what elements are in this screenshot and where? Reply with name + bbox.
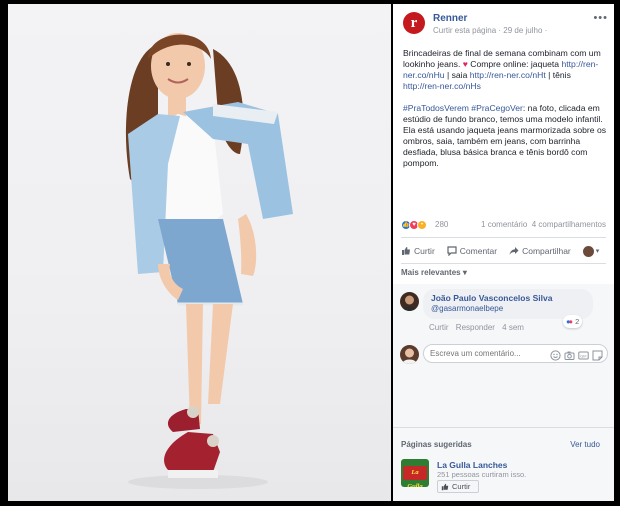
comment-reaction-count: 2 xyxy=(575,317,580,326)
emoji-icon[interactable] xyxy=(550,348,561,361)
comment-author[interactable]: João Paulo Vasconcelos Silva xyxy=(431,293,585,303)
comment-meta: Curtir Responder 4 sem xyxy=(429,323,529,332)
post-as-selector[interactable]: ▾ xyxy=(582,245,600,257)
post-side-panel: r Renner Curtir esta página · 29 de julh… xyxy=(393,4,614,501)
divider xyxy=(401,263,606,264)
post-photo[interactable] xyxy=(8,4,391,501)
camera-icon[interactable] xyxy=(564,348,575,360)
post-caption: Brincadeiras de final de semana combinam… xyxy=(403,48,608,180)
share-button[interactable]: Compartilhar xyxy=(509,246,571,256)
page-logo[interactable]: r xyxy=(403,12,425,34)
suggested-like-label: Curtir xyxy=(452,482,471,491)
post-subtitle[interactable]: Curtir esta página · 29 de julho · xyxy=(433,26,547,35)
more-options-icon[interactable]: ••• xyxy=(593,12,608,24)
user-avatar xyxy=(400,345,419,364)
user-avatar xyxy=(582,245,594,257)
caption-paragraph-2: #PraTodosVerem #PraCegoVer: na foto, cli… xyxy=(403,103,608,169)
photo-illustration xyxy=(125,33,293,489)
divider xyxy=(401,237,606,238)
page-name-link[interactable]: Renner xyxy=(433,13,467,24)
comment-sort-dropdown[interactable]: Mais relevantes ▾ xyxy=(401,268,467,277)
like-button-label: Curtir xyxy=(414,246,435,256)
comment-like-link[interactable]: Curtir xyxy=(429,323,449,332)
caption-text-2: Compre online: jaqueta xyxy=(467,59,562,69)
suggested-page-likes: 251 pessoas curtiram isso. xyxy=(437,470,527,479)
comment-button[interactable]: Comentar xyxy=(447,246,497,256)
viewer-backdrop: r Renner Curtir esta página · 29 de julh… xyxy=(0,0,620,506)
divider xyxy=(393,427,614,428)
wow-reaction-icon: • xyxy=(417,220,427,230)
chevron-down-icon: ▾ xyxy=(595,248,600,255)
sticker-icon[interactable] xyxy=(592,348,603,361)
sneakers-link[interactable]: http://ren-ner.co/nHs xyxy=(403,81,481,91)
comments-section: João Paulo Vasconcelos Silva @gasarmonae… xyxy=(393,284,614,501)
caption-text-3: | saia xyxy=(444,70,470,80)
comment-button-label: Comentar xyxy=(459,246,498,256)
post-header: r Renner Curtir esta página · 29 de julh… xyxy=(403,12,608,42)
skirt-link[interactable]: http://ren-ner.co/nHt xyxy=(470,70,546,80)
post-actions: Curtir Comentar Compartilhar ▾ xyxy=(401,240,606,262)
comment-share-counts: 1 comentário 4 compartilhamentos xyxy=(481,220,606,229)
post-stats: 👍 ♥ • 280 1 comentário 4 compartilhament… xyxy=(401,219,606,233)
like-button[interactable]: Curtir xyxy=(401,246,435,256)
thumbs-up-icon xyxy=(441,483,449,490)
caption-text-4: | tênis xyxy=(545,70,571,80)
comment-timestamp[interactable]: 4 sem xyxy=(502,323,524,332)
suggested-page-name[interactable]: La Gulla Lanches xyxy=(437,460,507,470)
share-button-label: Compartilhar xyxy=(522,246,571,256)
comment-icon xyxy=(447,246,457,256)
thumbs-up-icon xyxy=(402,247,410,255)
comment-mention[interactable]: @gasarmonaelbepe xyxy=(431,304,585,313)
svg-text:GIF: GIF xyxy=(580,353,587,358)
caption-paragraph-1: Brincadeiras de final de semana combinam… xyxy=(403,48,608,92)
gif-icon[interactable]: GIF xyxy=(578,348,589,360)
suggested-logo-text: La Gulla xyxy=(403,466,427,487)
suggested-like-button[interactable]: Curtir xyxy=(437,480,479,493)
comment-composer: GIF xyxy=(423,344,608,363)
suggested-page-logo[interactable]: La Gulla xyxy=(401,459,429,487)
reaction-count[interactable]: 280 xyxy=(435,220,448,229)
share-icon xyxy=(509,247,519,255)
reaction-icons[interactable]: 👍 ♥ • xyxy=(401,220,427,230)
commenter-avatar[interactable] xyxy=(400,292,419,311)
avatar-image xyxy=(402,348,417,364)
avatar-image xyxy=(402,295,417,311)
hashtags-link[interactable]: #PraTodosVerem #PraCegoVer xyxy=(403,103,523,113)
comment-count-link[interactable]: 1 comentário xyxy=(481,220,527,229)
suggested-pages-title: Páginas sugeridas xyxy=(401,440,472,449)
share-count-link[interactable]: 4 compartilhamentos xyxy=(532,220,606,229)
composer-icons: GIF xyxy=(547,348,603,361)
comment-input[interactable] xyxy=(430,347,545,360)
love-reaction-icon: ● xyxy=(568,317,574,326)
comment-reactions[interactable]: ● ● 2 xyxy=(563,315,583,328)
see-all-link[interactable]: Ver tudo xyxy=(570,440,600,449)
comment-reply-link[interactable]: Responder xyxy=(456,323,495,332)
